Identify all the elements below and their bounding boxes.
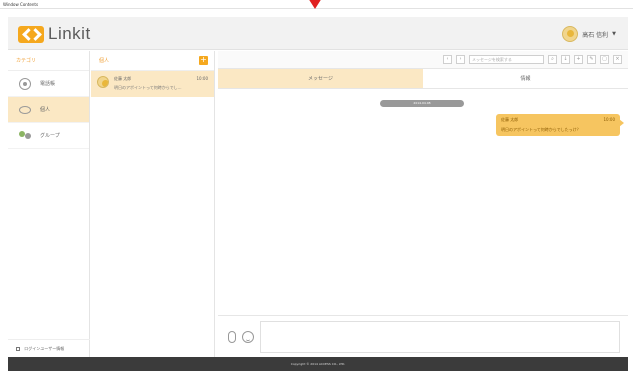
chat-toolbar: ‹ › メッセージを検索する ⌕ ↓ + ✎ ▢ × bbox=[218, 51, 628, 69]
thread-preview: 明日のアポイントって何時からでし... bbox=[114, 85, 182, 90]
avatar bbox=[97, 76, 109, 88]
message-composer bbox=[218, 315, 628, 357]
chat-tabs: メッセージ 情報 bbox=[218, 69, 628, 89]
login-user-info-link[interactable]: ログインユーザー情報 bbox=[8, 339, 90, 357]
sidebar-item-group[interactable]: グループ bbox=[8, 123, 89, 149]
emoji-icon[interactable] bbox=[242, 330, 254, 343]
app-header: Linkit 高石 信利 ▼ bbox=[8, 17, 628, 50]
message-time: 10:00 bbox=[603, 117, 615, 122]
search-icon[interactable]: ⌕ bbox=[548, 55, 557, 64]
login-user-info-label: ログインユーザー情報 bbox=[24, 346, 65, 351]
edit-icon[interactable]: ✎ bbox=[587, 55, 596, 64]
thread-item[interactable]: 佐藤 太郎 10:00 明日のアポイントって何時からでし... bbox=[91, 71, 214, 97]
lock-icon bbox=[16, 347, 20, 351]
message-bubble: 佐藤 太郎 10:00 明日のアポイントって何時からでしたっけ？ bbox=[496, 114, 624, 136]
copyright-footer: Copyright © 2014 ACCESS CO., LTD. bbox=[8, 357, 628, 371]
app-logo: Linkit bbox=[18, 24, 91, 44]
chat-icon bbox=[18, 103, 32, 117]
chat-panel: ‹ › メッセージを検索する ⌕ ↓ + ✎ ▢ × メッセージ 情報 2014… bbox=[218, 51, 628, 357]
sidebar-item-label: 電話帳 bbox=[40, 81, 56, 87]
message-search-input[interactable]: メッセージを検索する bbox=[469, 55, 544, 64]
date-divider: 2014.04.08 bbox=[380, 100, 464, 107]
sidebar-item-label: グループ bbox=[40, 133, 60, 139]
download-icon[interactable]: ↓ bbox=[561, 55, 570, 64]
chevron-down-icon: ▼ bbox=[612, 31, 616, 37]
avatar bbox=[562, 26, 579, 42]
message-input[interactable] bbox=[260, 320, 620, 353]
sidebar-heading: カテゴリ bbox=[8, 51, 89, 71]
back-button[interactable]: ‹ bbox=[443, 55, 452, 64]
arrow-indicator bbox=[308, 0, 322, 9]
user-menu[interactable]: 高石 信利 ▼ bbox=[562, 26, 616, 42]
trash-icon[interactable]: ▢ bbox=[600, 55, 609, 64]
thread-list-header: 個人 + bbox=[91, 51, 214, 71]
close-icon[interactable]: × bbox=[613, 55, 622, 64]
attachment-icon[interactable] bbox=[228, 330, 236, 343]
thread-list-heading: 個人 bbox=[99, 58, 110, 64]
logo-icon bbox=[18, 25, 44, 43]
message-text: 明日のアポイントって何時からでしたっけ？ bbox=[501, 127, 581, 132]
add-thread-button[interactable]: + bbox=[199, 56, 208, 65]
thread-name: 佐藤 太郎 bbox=[114, 76, 132, 81]
group-icon bbox=[18, 129, 32, 143]
category-sidebar: カテゴリ 電話帳 個人 グループ ログインユーザー情報 bbox=[8, 51, 90, 357]
sidebar-item-label: 個人 bbox=[40, 107, 51, 113]
user-name: 高石 信利 bbox=[582, 31, 609, 39]
tab-messages[interactable]: メッセージ bbox=[218, 69, 423, 88]
sidebar-item-contacts[interactable]: 電話帳 bbox=[8, 71, 89, 97]
add-icon[interactable]: + bbox=[574, 55, 583, 64]
contacts-icon bbox=[18, 77, 32, 91]
sidebar-item-personal[interactable]: 個人 bbox=[8, 97, 89, 123]
thread-time: 10:00 bbox=[196, 76, 208, 81]
thread-list: 個人 + 佐藤 太郎 10:00 明日のアポイントって何時からでし... bbox=[91, 51, 215, 357]
app-name: Linkit bbox=[48, 24, 91, 43]
tab-info[interactable]: 情報 bbox=[423, 69, 628, 88]
message-sender: 佐藤 太郎 bbox=[501, 117, 519, 122]
forward-button[interactable]: › bbox=[456, 55, 465, 64]
